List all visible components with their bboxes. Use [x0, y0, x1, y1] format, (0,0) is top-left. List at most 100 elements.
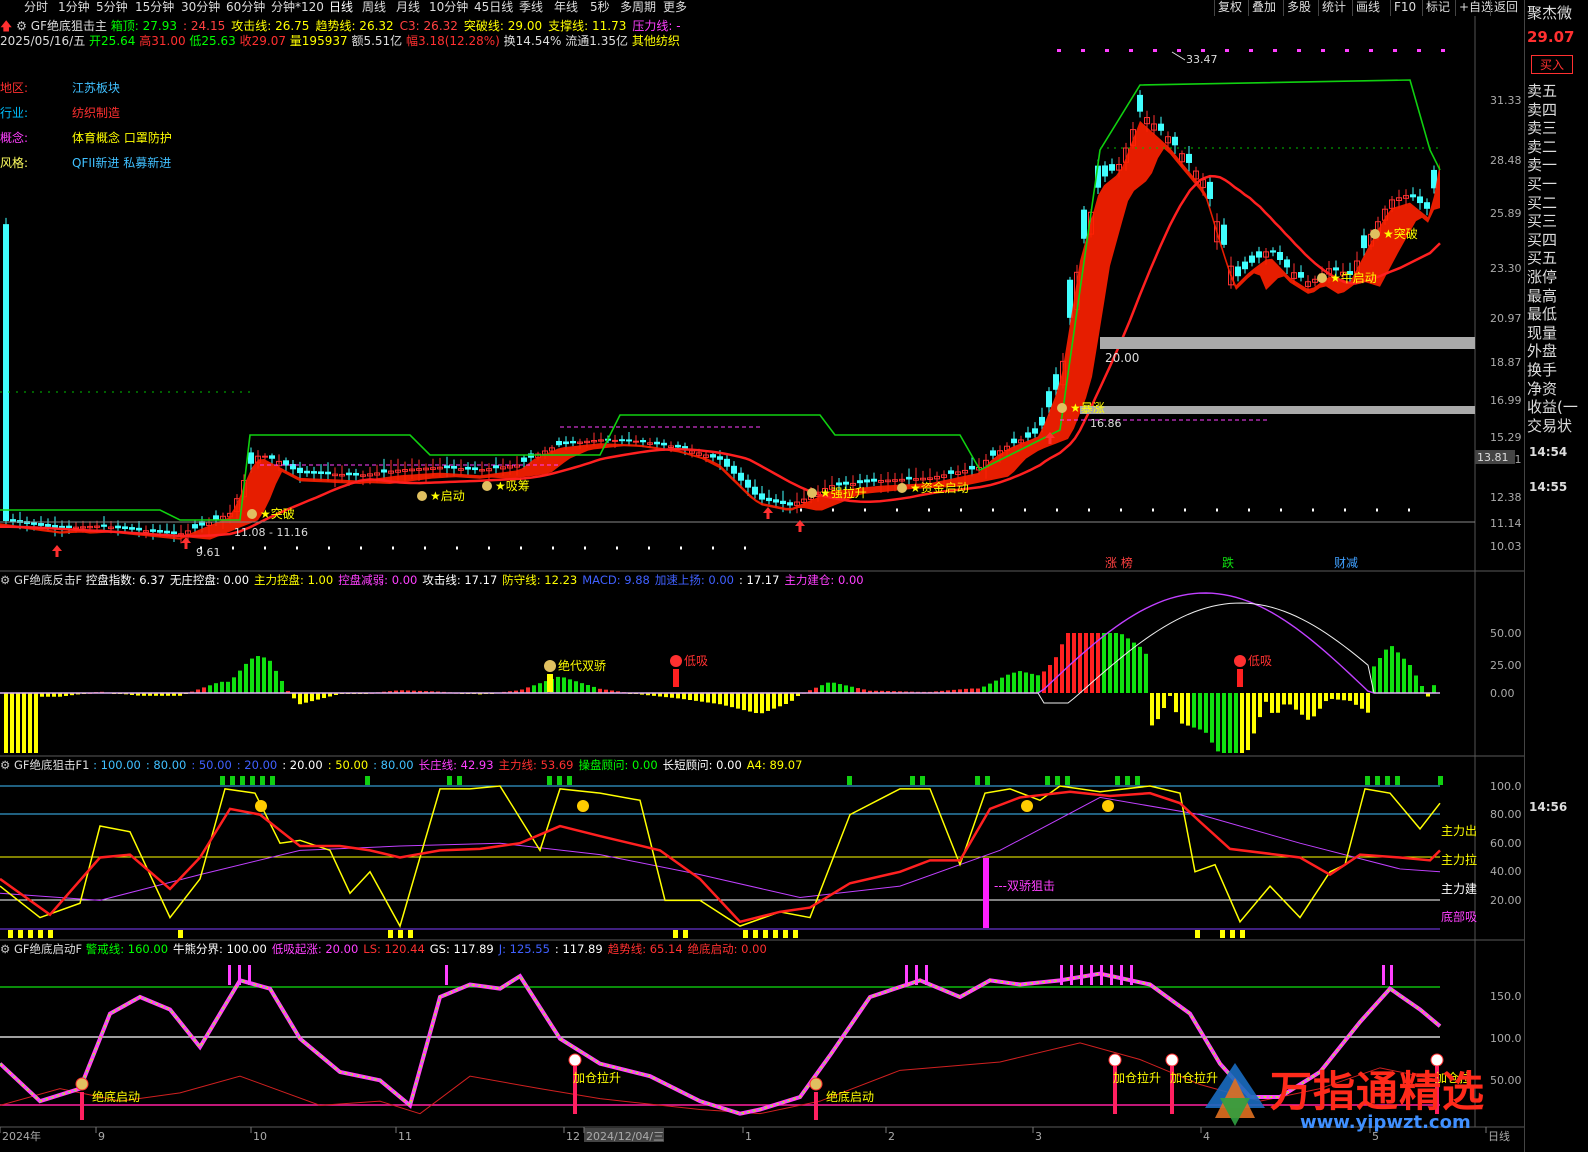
- main-indicator-name[interactable]: GF绝底狙击主: [31, 19, 107, 33]
- panel4-tick: 100.0: [1490, 1032, 1522, 1045]
- panel4-tick: 50.00: [1490, 1074, 1522, 1087]
- candle-body: [654, 441, 660, 445]
- gear-icon[interactable]: ⚙: [0, 573, 10, 587]
- macd-bar: [1192, 693, 1196, 728]
- peak-value: 33.47: [1186, 53, 1218, 66]
- macd-bar: [1168, 693, 1172, 696]
- spike-bar: [1060, 965, 1063, 985]
- bottom-marker: [48, 930, 53, 938]
- candle-body: [752, 486, 758, 495]
- smile-icon: [1102, 800, 1114, 812]
- top-marker: [1125, 776, 1130, 785]
- buy-arrow-icon: [184, 543, 188, 549]
- watermark: [1200, 1058, 1270, 1131]
- info-value: 体育概念 口罩防护: [72, 131, 172, 145]
- macd-bar: [1138, 646, 1142, 693]
- macd-bar: [1252, 693, 1256, 734]
- candle-body: [10, 519, 16, 522]
- order-book-row: 现量: [1527, 323, 1558, 342]
- money-bag-icon: [1317, 273, 1327, 283]
- panel2-name[interactable]: GF绝底反击F: [14, 573, 82, 587]
- top-marker: [975, 776, 980, 785]
- macd-bar: [1264, 693, 1268, 702]
- macd-bar: [1198, 693, 1202, 730]
- macd-bar: [16, 693, 20, 753]
- top-marker: [1365, 776, 1370, 785]
- gear-icon[interactable]: ⚙: [16, 19, 27, 33]
- macd-bar: [1342, 693, 1346, 701]
- candle-body: [1333, 267, 1339, 271]
- macd-bar: [790, 693, 794, 701]
- top-signal-dot: [1105, 49, 1109, 52]
- price-tick: 15.29: [1490, 431, 1522, 444]
- market-tag: 财减: [1334, 556, 1358, 570]
- macd-bar: [1396, 652, 1400, 693]
- macd-bar: [676, 693, 680, 699]
- gear-icon[interactable]: ⚙: [0, 758, 10, 772]
- top-marker: [567, 776, 572, 785]
- macd-bar: [1318, 693, 1322, 709]
- indicator-value: : 80.00: [373, 758, 414, 772]
- panel3-name[interactable]: GF绝底狙击F1: [14, 758, 89, 772]
- macd-bar: [1048, 665, 1052, 693]
- chart-signal: ★资金启动: [910, 480, 969, 495]
- macd-bar: [850, 686, 854, 693]
- money-bag-icon: [75, 1077, 89, 1091]
- candle-body: [1032, 428, 1038, 434]
- price-tick: 12.38: [1490, 491, 1522, 504]
- indicator-value: : 80.00: [145, 758, 187, 772]
- gear-icon[interactable]: ⚙: [0, 942, 10, 956]
- price-tick: 31.33: [1490, 94, 1522, 107]
- indicator-value: GS: 117.89: [429, 942, 494, 956]
- candle-body: [780, 500, 786, 504]
- macd-bar: [22, 693, 26, 753]
- panel4-name[interactable]: GF绝底启动F: [14, 942, 82, 956]
- candle-body: [1284, 259, 1290, 268]
- panel4-signal: 加仓拉升: [573, 1070, 621, 1085]
- candle-body: [1025, 432, 1031, 438]
- candle-body: [570, 440, 576, 444]
- panel2-title: ⚙ GF绝底反击F 控盘指数: 6.37 无庄控盘: 0.00 主力控盘: 1.00…: [0, 573, 869, 588]
- money-bag-icon: [807, 488, 817, 498]
- indicator-value: : 50.00: [191, 758, 232, 772]
- candle-body: [1172, 136, 1178, 146]
- panel2-signal: 低吸: [1248, 654, 1272, 668]
- indicator-value: : 17.17: [738, 573, 780, 587]
- panel3-values: : 100.00: 80.00: 50.00: 20.00: 20.00: 50…: [93, 758, 807, 772]
- macd-bar: [1270, 693, 1274, 713]
- main-indicator-values: 箱顶: 27.93: 24.15 攻击线: 26.75 趋势线: 26.32 C3: …: [111, 19, 687, 33]
- spike-bar: [915, 965, 918, 985]
- buy-button[interactable]: 买入: [1531, 55, 1574, 74]
- candle-body: [619, 439, 625, 442]
- indicator-value: : 50.00: [327, 758, 369, 772]
- candle-body: [1256, 251, 1262, 258]
- candle-body: [283, 460, 289, 466]
- macd-bar: [1156, 693, 1160, 720]
- candle-body: [969, 465, 975, 470]
- order-book-row: 收益(一: [1527, 398, 1578, 417]
- candle-body: [213, 515, 219, 520]
- bottom-marker: [28, 930, 33, 938]
- macd-bar: [670, 693, 674, 698]
- macd-bar: [202, 687, 206, 693]
- macd-bar: [694, 693, 698, 701]
- spike-bar: [905, 965, 908, 985]
- macd-bar: [844, 685, 848, 693]
- macd-bar: [1084, 633, 1088, 693]
- candle-body: [773, 499, 779, 503]
- zone-label: 底部吸: [1441, 910, 1478, 924]
- macd-bar: [1246, 693, 1250, 751]
- macd-bar: [760, 693, 764, 714]
- quote-sector[interactable]: 其他纺织: [632, 34, 680, 48]
- macd-bar: [592, 686, 596, 693]
- time-label: 9: [98, 1130, 105, 1143]
- macd-bar: [778, 693, 782, 707]
- indicator-value: 攻击线: 17.17: [422, 573, 498, 587]
- indicator-value: MACD: 9.88: [582, 573, 650, 587]
- price-cursor-label: 13.81: [1477, 451, 1509, 464]
- market-tag: 跌: [1222, 555, 1234, 570]
- quote-line: 2025/05/16/五 开25.64 高31.00 低25.63 收29.07…: [0, 33, 680, 49]
- candle-body: [248, 452, 254, 464]
- quote-side-panel: 聚杰微 29.07 买入 卖五 卖四 卖三 卖二 卖一 买一 买二 买三 买四 买五 涨停 最高 最低现…: [1524, 0, 1588, 1152]
- candle-body: [262, 455, 268, 458]
